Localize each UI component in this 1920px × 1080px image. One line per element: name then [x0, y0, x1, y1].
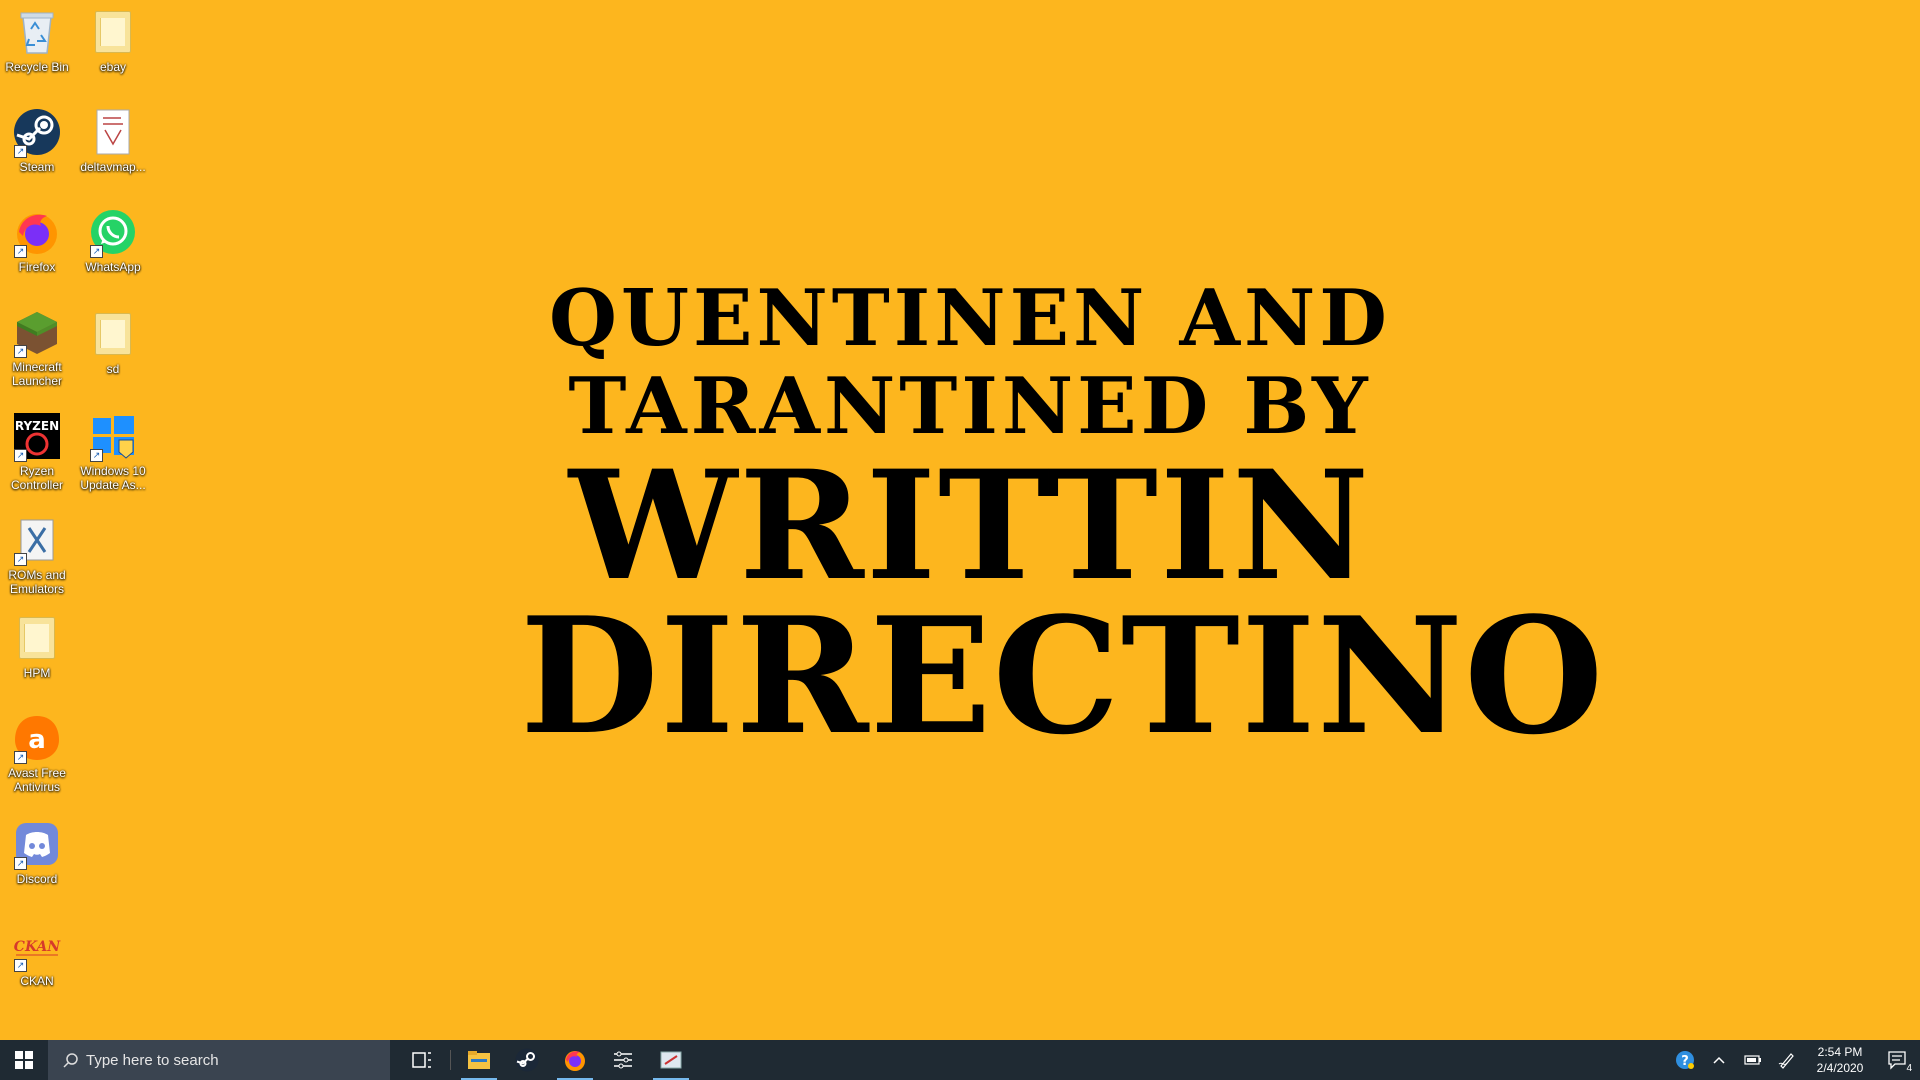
steam-icon — [515, 1048, 539, 1072]
clock-time: 2:54 PM — [1817, 1045, 1863, 1059]
tray-overflow[interactable] — [1702, 1040, 1736, 1080]
avast-icon: a ↗ — [11, 712, 63, 764]
windows-logo-icon — [15, 1051, 33, 1069]
desktop-icon-label: CKAN — [20, 974, 54, 988]
file-explorer-icon — [468, 1051, 490, 1069]
taskbar-snipping-tool[interactable] — [647, 1040, 695, 1080]
whatsapp-icon: ↗ — [87, 206, 139, 258]
desktop-icon-firefox[interactable]: ↗ Firefox — [0, 206, 80, 298]
desktop-icon-deltavmap[interactable]: deltavmap... — [70, 106, 156, 198]
desktop-icon-windows-update[interactable]: ↗ Windows 10 Update As... — [70, 410, 156, 502]
system-tray: ? 2:54 PM 2/4/2020 4 — [1668, 1040, 1920, 1080]
desktop-icon-label: Ryzen Controller — [10, 464, 64, 492]
desktop-icon-label: Steam — [19, 160, 55, 174]
tray-pen[interactable] — [1770, 1040, 1804, 1080]
svg-text:CKAN: CKAN — [14, 939, 62, 955]
shortcut-arrow-icon: ↗ — [90, 449, 103, 462]
desktop-icon-label: ebay — [99, 60, 127, 74]
battery-icon — [1744, 1055, 1761, 1065]
minecraft-icon: ↗ — [11, 306, 63, 358]
desktop-icon-label: Avast Free Antivirus — [8, 766, 66, 794]
wallpaper-line-3: WRITTIN — [568, 438, 1372, 614]
shortcut-arrow-icon: ↗ — [14, 751, 27, 764]
desktop-icon-whatsapp[interactable]: ↗ WhatsApp — [70, 206, 156, 298]
document-icon — [87, 106, 139, 158]
taskbar-steam[interactable] — [503, 1040, 551, 1080]
folder-icon — [87, 308, 139, 360]
clock-date: 2/4/2020 — [1816, 1061, 1864, 1075]
firefox-icon: ↗ — [11, 206, 63, 258]
desktop-icon-label: Recycle Bin — [5, 60, 69, 74]
shortcut-arrow-icon: ↗ — [14, 345, 27, 358]
shortcut-arrow-icon: ↗ — [90, 245, 103, 258]
desktop-icon-ryzen-controller[interactable]: RYZEN ↗ Ryzen Controller — [0, 410, 80, 502]
help-icon: ? — [1676, 1051, 1694, 1069]
taskbar-file-explorer[interactable] — [455, 1040, 503, 1080]
folder-icon — [11, 612, 63, 664]
desktop-icon-hpm[interactable]: HPM — [0, 612, 80, 704]
search-icon — [56, 1052, 86, 1068]
wallpaper-title: QUENTINEN AND TARANTINED BY WRITTIN DIRE… — [520, 273, 1605, 770]
pen-workspace-icon — [1778, 1053, 1794, 1069]
taskbar-divider — [450, 1050, 451, 1070]
windows-update-icon: ↗ — [87, 410, 139, 462]
desktop-icon-label: deltavmap... — [80, 160, 146, 174]
desktop-icon-avast[interactable]: a ↗ Avast Free Antivirus — [0, 712, 80, 804]
desktop-icon-ckan[interactable]: CKAN ↗ CKAN — [0, 920, 80, 1012]
settings-icon — [614, 1051, 632, 1069]
desktop-icon-label: Firefox — [18, 260, 56, 274]
svg-text:a: a — [28, 725, 46, 755]
shortcut-arrow-icon: ↗ — [14, 959, 27, 972]
shortcut-arrow-icon: ↗ — [14, 449, 27, 462]
action-center-button[interactable]: 4 — [1876, 1040, 1920, 1080]
task-view-icon — [412, 1052, 431, 1068]
desktop-icon-label: ROMs and Emulators — [8, 568, 66, 596]
tray-help[interactable]: ? — [1668, 1040, 1702, 1080]
taskbar-clock[interactable]: 2:54 PM 2/4/2020 — [1804, 1044, 1876, 1076]
ckan-icon: CKAN ↗ — [11, 920, 63, 972]
shortcut-arrow-icon: ↗ — [14, 553, 27, 566]
desktop-icon-label: HPM — [23, 666, 51, 680]
svg-text:RYZEN: RYZEN — [15, 419, 59, 433]
wallpaper-line-1: QUENTINEN AND — [549, 273, 1391, 364]
desktop-icon-label: Windows 10 Update As... — [80, 464, 146, 492]
shortcut-arrow-icon: ↗ — [14, 145, 27, 158]
steam-icon: ↗ — [11, 106, 63, 158]
taskbar-settings[interactable] — [599, 1040, 647, 1080]
desktop-icon-label: WhatsApp — [85, 260, 141, 274]
wallpaper-line-4: DIRECTINO — [520, 582, 1605, 770]
recycle-bin-icon — [11, 6, 63, 58]
taskbar-firefox[interactable] — [551, 1040, 599, 1080]
roms-icon: ↗ — [11, 514, 63, 566]
desktop-icon-label: Minecraft Launcher — [11, 360, 63, 388]
discord-icon: ↗ — [11, 818, 63, 870]
folder-icon — [87, 6, 139, 58]
chevron-up-icon — [1713, 1056, 1725, 1064]
notification-count: 4 — [1906, 1063, 1912, 1074]
taskbar-search-box[interactable]: Type here to search — [48, 1040, 390, 1080]
taskbar: Type here to search ? 2:54 PM 2/4/2020 4 — [0, 1040, 1920, 1080]
tray-battery[interactable] — [1736, 1040, 1770, 1080]
desktop-icon-recycle-bin[interactable]: Recycle Bin — [0, 6, 80, 98]
desktop-icon-steam[interactable]: ↗ Steam — [0, 106, 80, 198]
shortcut-arrow-icon: ↗ — [14, 857, 27, 870]
desktop-icon-label: sd — [106, 362, 120, 376]
search-placeholder: Type here to search — [86, 1051, 219, 1069]
start-button[interactable] — [0, 1040, 48, 1080]
desktop-icon-label: Discord — [16, 872, 58, 886]
desktop-icon-sd[interactable]: sd — [70, 308, 156, 400]
task-view-button[interactable] — [398, 1040, 446, 1080]
desktop-icon-discord[interactable]: ↗ Discord — [0, 818, 80, 910]
snipping-icon — [660, 1051, 682, 1069]
desktop-icon-ebay[interactable]: ebay — [70, 6, 156, 98]
ryzen-icon: RYZEN ↗ — [11, 410, 63, 462]
desktop-icon-roms-emulators[interactable]: ↗ ROMs and Emulators — [0, 514, 80, 606]
firefox-icon — [565, 1051, 585, 1071]
svg-text:?: ? — [1681, 1054, 1689, 1069]
shortcut-arrow-icon: ↗ — [14, 245, 27, 258]
desktop-icon-minecraft[interactable]: ↗ Minecraft Launcher — [0, 306, 80, 398]
